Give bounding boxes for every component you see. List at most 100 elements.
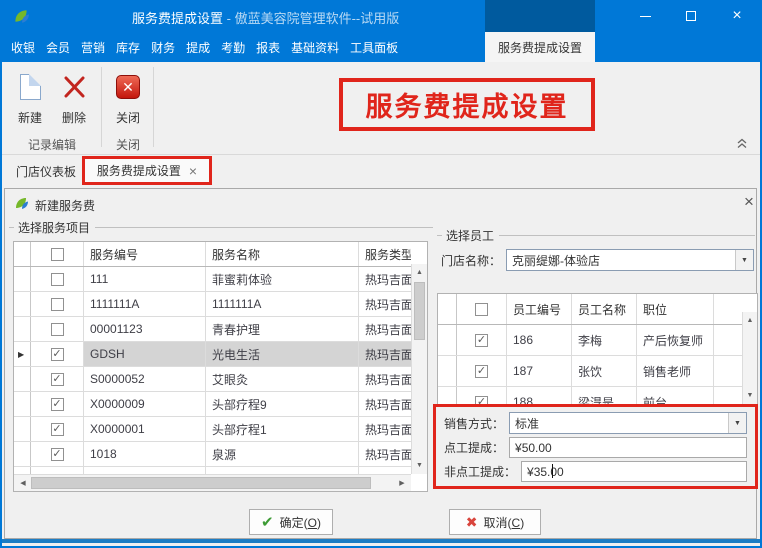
current-row-arrow-icon: ▶	[18, 350, 24, 359]
column-header-service-code[interactable]: 服务编号	[84, 242, 206, 266]
ribbon-tab-active[interactable]: 服务费提成设置	[485, 32, 595, 62]
dropdown-button[interactable]: ▼	[728, 413, 746, 433]
row-checkbox[interactable]: ✓	[51, 398, 64, 411]
table-row[interactable]: ✓S0000052艾眼灸热玛吉面	[14, 367, 411, 392]
table-row[interactable]: ✓187张饮销售老师	[438, 356, 742, 387]
column-header-service-name[interactable]: 服务名称	[206, 242, 359, 266]
select-all-checkbox[interactable]	[51, 248, 64, 261]
employee-code-cell: 187	[507, 356, 572, 386]
ribbon-tab-strip: 收银会员营销库存财务提成考勤报表基础资料工具面板 服务费提成设置	[0, 32, 762, 62]
scroll-up-icon[interactable]: ▲	[412, 265, 427, 280]
app-logo-leaf-icon	[12, 7, 30, 25]
ribbon-tab[interactable]: 提成	[181, 32, 215, 62]
row-checkbox[interactable]	[51, 323, 64, 336]
service-name-cell: 光电生活	[206, 342, 359, 366]
scroll-up-icon[interactable]: ▲	[743, 313, 757, 328]
ribbon-tab[interactable]: 考勤	[216, 32, 250, 62]
ok-button-label: 确定(O)	[280, 514, 321, 531]
collapse-ribbon-icon[interactable]	[736, 138, 748, 149]
maximize-button[interactable]	[668, 0, 714, 32]
row-checkbox[interactable]: ✓	[475, 334, 488, 347]
cancel-button[interactable]: ✖ 取消(C)	[449, 509, 541, 535]
table-row[interactable]: ✓188梁淂是前台	[438, 387, 742, 405]
service-vertical-scrollbar[interactable]: ▲ ▼	[411, 264, 427, 474]
table-row[interactable]: 1111111A1111111A热玛吉面	[14, 292, 411, 317]
table-row[interactable]: ✓X0000009头部疗程9热玛吉面	[14, 392, 411, 417]
row-checkbox[interactable]	[51, 298, 64, 311]
dialog-close-button[interactable]: ×	[741, 193, 757, 211]
delete-button[interactable]: 删除	[52, 67, 96, 131]
employee-table-rows: ✓186李梅产后恢复师✓187张饮销售老师✓188梁淂是前台	[438, 325, 742, 405]
ribbon-tab[interactable]: 营销	[76, 32, 110, 62]
commission-settings-box: 销售方式： 标准 ▼ 点工提成： 非点工提成：	[433, 404, 758, 489]
column-header-position[interactable]: 职位	[637, 294, 714, 324]
minimize-button[interactable]	[622, 0, 668, 32]
scroll-left-icon[interactable]: ◀	[16, 476, 30, 490]
close-tab-button[interactable]: ✕ 关闭	[106, 67, 150, 131]
window-title-primary: 服务费提成设置	[132, 11, 223, 26]
cancel-button-label: 取消(C)	[484, 514, 525, 531]
row-checkbox[interactable]	[51, 273, 64, 286]
row-checkbox[interactable]: ✓	[51, 448, 64, 461]
service-code-cell: X0000001	[84, 417, 206, 441]
row-indicator-header	[438, 294, 457, 324]
column-header-employee-code[interactable]: 员工编号	[507, 294, 572, 324]
tab-close-icon[interactable]: ×	[189, 164, 197, 178]
new-button[interactable]: 新建	[8, 67, 52, 131]
scroll-down-icon[interactable]: ▼	[412, 458, 427, 473]
ribbon-tab[interactable]: 工具面板	[345, 32, 403, 62]
ribbon-tab[interactable]: 财务	[146, 32, 180, 62]
scroll-down-icon[interactable]: ▼	[743, 388, 757, 403]
employee-vertical-scrollbar[interactable]: ▲ ▼	[742, 312, 757, 404]
dialog-title: 新建服务费	[35, 197, 95, 214]
ok-button[interactable]: ✔ 确定(O)	[249, 509, 333, 535]
sales-method-combobox[interactable]: 标准 ▼	[509, 412, 747, 434]
tab-store-dashboard[interactable]: 门店仪表板	[10, 160, 82, 182]
service-name-cell: 头部疗程9	[206, 392, 359, 416]
scrollbar-thumb[interactable]	[414, 282, 425, 340]
service-horizontal-scrollbar[interactable]: ◀ ▶	[14, 474, 411, 491]
empty-cell	[714, 325, 742, 355]
ribbon-tab[interactable]: 会员	[41, 32, 75, 62]
table-row[interactable]: ▶✓GDSH光电生活热玛吉面	[14, 342, 411, 367]
row-indicator-cell	[14, 267, 31, 291]
table-row[interactable]: 00001123青春护理热玛吉面	[14, 317, 411, 342]
row-indicator-cell	[14, 367, 31, 391]
table-row[interactable]: 111菲蜜莉体验热玛吉面	[14, 267, 411, 292]
ribbon-tab[interactable]: 收银	[6, 32, 40, 62]
point-commission-label: 点工提成：	[444, 439, 504, 456]
ribbon-tab[interactable]: 报表	[251, 32, 285, 62]
row-checkbox[interactable]: ✓	[51, 348, 64, 361]
delete-button-label: 删除	[62, 109, 86, 126]
nonpoint-commission-input[interactable]	[521, 461, 747, 482]
close-button[interactable]: ×	[714, 0, 760, 32]
service-table: 服务编号 服务名称 服务类型 111菲蜜莉体验热玛吉面1111111A11111…	[13, 241, 428, 492]
select-all-checkbox[interactable]	[475, 303, 488, 316]
service-type-cell: 热玛吉面	[359, 267, 411, 291]
ribbon-tab[interactable]: 库存	[111, 32, 145, 62]
column-header-employee-name[interactable]: 员工名称	[572, 294, 637, 324]
table-row[interactable]: ✓X0000001头部疗程1热玛吉面	[14, 417, 411, 442]
table-row[interactable]: ✓186李梅产后恢复师	[438, 325, 742, 356]
ribbon-tab[interactable]: 基础资料	[286, 32, 344, 62]
scroll-right-icon[interactable]: ▶	[395, 476, 409, 490]
row-checkbox[interactable]: ✓	[51, 373, 64, 386]
row-checkbox[interactable]: ✓	[51, 423, 64, 436]
dropdown-button[interactable]: ▼	[735, 250, 753, 270]
row-indicator-header	[14, 242, 31, 266]
checkbox-cell: ✓	[31, 442, 84, 466]
ribbon-toolbar: 新建 删除 ✕ 关闭 记录编辑 关闭 服务费提成设置	[2, 62, 760, 155]
point-commission-input[interactable]	[509, 437, 747, 458]
annotation-box: 服务费提成设置	[339, 78, 595, 131]
store-name-combobox[interactable]: 克丽缇娜-体验店 ▼	[506, 249, 754, 271]
checkbox-cell: ✓	[457, 325, 507, 355]
service-type-cell: 热玛吉面	[359, 392, 411, 416]
table-row[interactable]: ✓1018泉源热玛吉面	[14, 442, 411, 467]
scrollbar-thumb[interactable]	[31, 477, 371, 489]
tab-service-fee-settings[interactable]: 服务费提成设置	[97, 162, 181, 179]
row-indicator-cell: ▶	[14, 342, 31, 366]
column-header-empty	[714, 294, 742, 324]
select-all-cell	[457, 294, 507, 324]
column-header-service-type[interactable]: 服务类型	[359, 242, 411, 266]
row-checkbox[interactable]: ✓	[475, 365, 488, 378]
